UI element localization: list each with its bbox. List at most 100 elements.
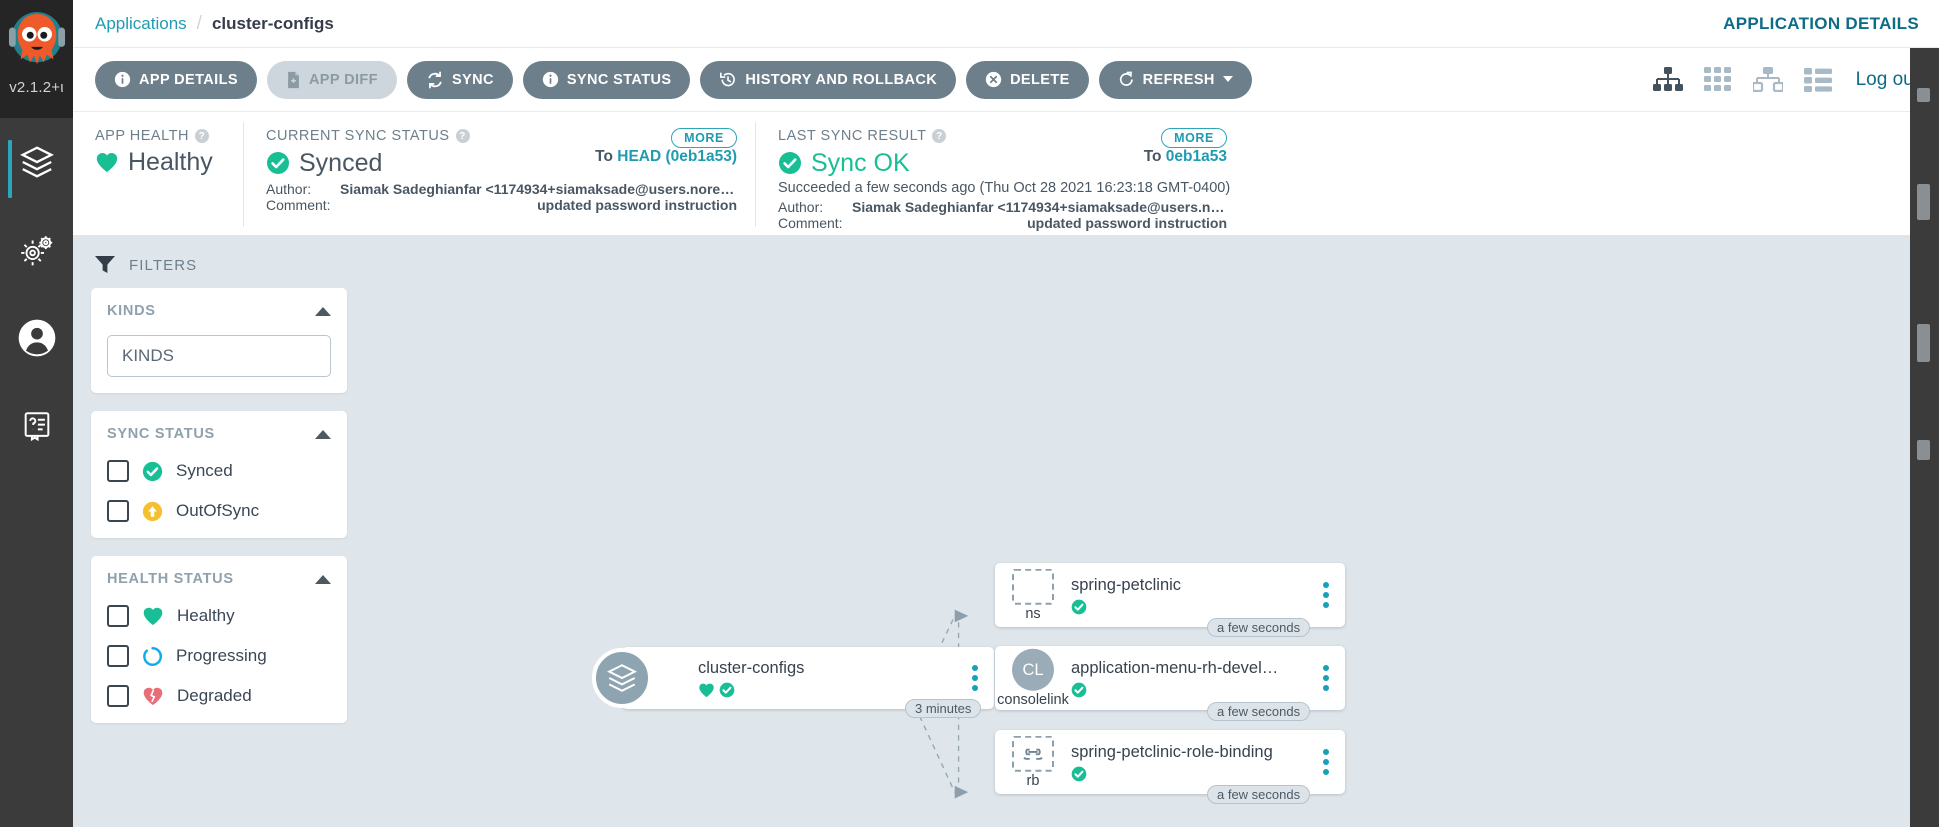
- left-navigation-rail: v2.1.2+ι: [0, 0, 73, 827]
- caret-up-icon[interactable]: [315, 574, 331, 584]
- last-sync-author-value: Siamak Sadeghianfar <1174934+siamaksade@…: [852, 199, 1227, 215]
- sync-status-button[interactable]: SYNC STATUS: [522, 60, 691, 99]
- filter-item-progressing[interactable]: Progressing: [107, 645, 331, 667]
- sidebar-item-applications[interactable]: [0, 118, 73, 206]
- sync-button-label: SYNC: [451, 71, 494, 88]
- last-sync-comment-key: Comment:: [778, 215, 843, 231]
- filter-checkbox-progressing[interactable]: [107, 645, 129, 667]
- network-view-icon[interactable]: [1752, 67, 1783, 92]
- spinner-circle-icon: [142, 646, 163, 667]
- root-node-kebab-menu[interactable]: [972, 665, 978, 691]
- history-and-rollback-button[interactable]: HISTORY AND ROLLBACK: [700, 60, 957, 99]
- current-sync-revision-link[interactable]: HEAD (0eb1a53): [617, 148, 737, 165]
- breadcrumb-bar: Applications / cluster-configs APPLICATI…: [73, 0, 1939, 48]
- filter-group-health-status-header[interactable]: HEALTH STATUS: [107, 571, 331, 587]
- consolelink-node-kebab-menu[interactable]: [1323, 665, 1329, 691]
- last-sync-more-button[interactable]: MORE: [1161, 128, 1227, 148]
- filter-item-outofsync[interactable]: OutOfSync: [107, 500, 331, 522]
- root-node-body: cluster-configs: [698, 658, 846, 698]
- root-node-age-badge: 3 minutes: [905, 699, 982, 718]
- rail-marker-3: [1917, 324, 1930, 362]
- resource-node-consolelink[interactable]: CL consolelink application-menu-rh-devel…: [995, 646, 1345, 710]
- delete-button[interactable]: DELETE: [966, 60, 1089, 99]
- filter-label-outofsync: OutOfSync: [176, 501, 260, 520]
- breadcrumb-applications-link[interactable]: Applications: [95, 14, 187, 34]
- documentation-book-icon: [24, 412, 49, 442]
- version-label: v2.1.2+ι: [9, 79, 64, 96]
- sync-status-button-label: SYNC STATUS: [566, 71, 672, 88]
- app-details-button[interactable]: APP DETAILS: [95, 60, 257, 99]
- funnel-filter-icon: [95, 256, 115, 273]
- check-circle-icon: [267, 152, 289, 174]
- current-sync-comment-key: Comment:: [266, 197, 331, 213]
- pods-grid-view-icon[interactable]: [1703, 67, 1732, 92]
- resource-tree-canvas[interactable]: cluster-configs 3 minutes ns spring-petc…: [375, 236, 1939, 827]
- app-health-panel: APP HEALTH ? Healthy: [73, 122, 243, 227]
- last-sync-value-block: Sync OK: [778, 148, 910, 178]
- help-icon[interactable]: ?: [455, 129, 470, 143]
- filter-checkbox-degraded[interactable]: [107, 685, 129, 707]
- app-diff-button[interactable]: APP DIFF: [266, 60, 397, 99]
- rail-marker-4: [1917, 440, 1930, 460]
- current-sync-status-panel: CURRENT SYNC STATUS ? MORE Synced To HEA…: [243, 122, 755, 227]
- rolebinding-node-iconbox: [1012, 735, 1054, 772]
- filter-item-degraded[interactable]: Degraded: [107, 685, 331, 707]
- resource-tree-inner: cluster-configs 3 minutes ns spring-petc…: [375, 236, 1939, 827]
- history-and-rollback-button-label: HISTORY AND ROLLBACK: [745, 71, 938, 88]
- filter-checkbox-outofsync[interactable]: [107, 500, 129, 522]
- filter-checkbox-healthy[interactable]: [107, 605, 129, 627]
- last-sync-revision-link[interactable]: 0eb1a53: [1166, 148, 1227, 165]
- namespace-node-badges: [1071, 599, 1181, 615]
- app-health-value-row: Healthy: [95, 147, 225, 177]
- filter-checkbox-synced[interactable]: [107, 460, 129, 482]
- tree-view-icon[interactable]: [1652, 66, 1683, 93]
- sidebar-item-documentation[interactable]: [0, 382, 73, 470]
- last-sync-revision-line: To 0eb1a53: [1144, 148, 1227, 166]
- refresh-button[interactable]: REFRESH: [1098, 60, 1252, 99]
- cl-avatar-icon: CL: [1012, 648, 1054, 691]
- namespace-node-kebab-menu[interactable]: [1323, 582, 1329, 608]
- dashed-box-icon: [1012, 568, 1054, 605]
- brand-logo-block[interactable]: v2.1.2+ι: [0, 0, 73, 118]
- body-row: FILTERS KINDS SYNC STATUS: [73, 236, 1939, 827]
- gears-settings-icon: [20, 236, 52, 266]
- argo-octopus-logo: [8, 12, 65, 65]
- filter-label-degraded: Degraded: [177, 686, 252, 705]
- help-icon[interactable]: ?: [932, 129, 947, 143]
- caret-up-icon[interactable]: [315, 429, 331, 439]
- consolelink-node-badges: [1071, 682, 1286, 698]
- filter-group-sync-status: SYNC STATUS Synced OutOfSync: [91, 411, 347, 538]
- filter-item-synced[interactable]: Synced: [107, 460, 331, 482]
- current-sync-top-row: CURRENT SYNC STATUS ? MORE: [266, 128, 737, 148]
- sidebar-item-settings[interactable]: [0, 206, 73, 294]
- refresh-icon: [1119, 71, 1133, 86]
- help-icon[interactable]: ?: [194, 129, 209, 143]
- sync-arrows-icon: [428, 71, 442, 88]
- last-sync-author-row: Author: Siamak Sadeghianfar <1174934+sia…: [778, 199, 1227, 215]
- last-sync-comment-value: updated password instruction: [1027, 215, 1227, 231]
- root-node-title: cluster-configs: [698, 659, 805, 678]
- sync-button[interactable]: SYNC: [406, 60, 513, 99]
- filters-title: FILTERS: [129, 256, 198, 274]
- rolebinding-node-kebab-menu[interactable]: [1323, 749, 1329, 775]
- last-sync-top-row: LAST SYNC RESULT ? MORE: [778, 128, 1227, 148]
- right-edge-panel[interactable]: [1910, 48, 1939, 827]
- sidebar-item-user[interactable]: [0, 294, 73, 382]
- list-view-icon[interactable]: [1803, 67, 1832, 92]
- kinds-filter-input[interactable]: [107, 335, 331, 377]
- filter-group-sync-status-header[interactable]: SYNC STATUS: [107, 426, 331, 442]
- layers-icon: [607, 664, 637, 692]
- heart-icon: [142, 606, 164, 626]
- current-sync-comment-value: updated password instruction: [537, 197, 737, 213]
- current-sync-more-button[interactable]: MORE: [671, 128, 737, 148]
- current-sync-value-row: Synced To HEAD (0eb1a53): [266, 148, 737, 178]
- action-toolbar: APP DETAILS APP DIFF SYNC SYNC STATUS HI…: [73, 48, 1939, 112]
- filter-item-healthy[interactable]: Healthy: [107, 605, 331, 627]
- namespace-node-kind: ns: [1025, 605, 1041, 622]
- filter-group-kinds-header[interactable]: KINDS: [107, 303, 331, 319]
- filter-group-health-status: HEALTH STATUS Healthy Progressing Degrad…: [91, 556, 347, 723]
- namespace-node-title: spring-petclinic: [1071, 576, 1182, 595]
- current-sync-author-key: Author:: [266, 181, 312, 197]
- application-details-label[interactable]: APPLICATION DETAILS: [1723, 14, 1919, 34]
- caret-up-icon[interactable]: [315, 306, 331, 316]
